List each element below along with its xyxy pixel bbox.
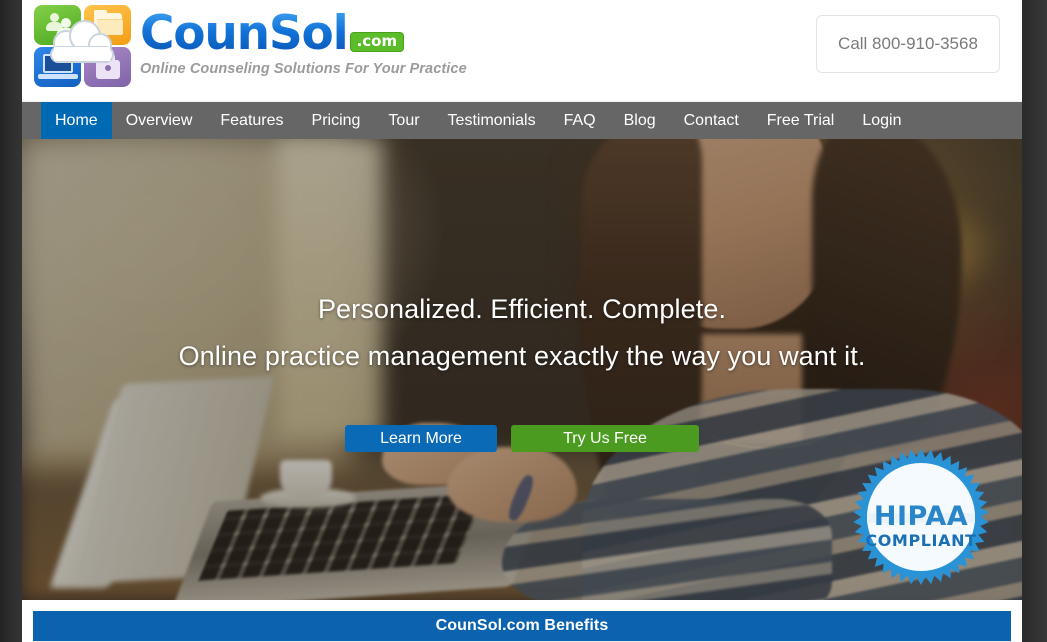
benefits-section: CounSol.com Benefits [22, 600, 1022, 642]
brand-tld-badge: .com [349, 32, 405, 52]
nav-item-testimonials[interactable]: Testimonials [434, 102, 550, 139]
hero-section: Personalized. Efficient. Complete. Onlin… [22, 139, 1022, 600]
logo-text: CounSol .com Online Counseling Solutions… [140, 3, 467, 77]
nav-item-blog[interactable]: Blog [610, 102, 670, 139]
hipaa-badge-line1: HIPAA [874, 501, 968, 532]
browser-chrome-left-edge [0, 0, 22, 642]
browser-chrome-right-edge [1022, 0, 1047, 642]
cloud-icon [50, 20, 114, 63]
brand-wordmark: CounSol [140, 6, 349, 61]
benefits-title-bar: CounSol.com Benefits [33, 611, 1011, 641]
hero-headline: Personalized. Efficient. Complete. [317, 294, 727, 324]
hipaa-compliant-badge: HIPAA COMPLIANT [851, 447, 991, 587]
nav-item-tour[interactable]: Tour [374, 102, 433, 139]
brand-tagline: Online Counseling Solutions For Your Pra… [140, 61, 467, 77]
nav-item-pricing[interactable]: Pricing [298, 102, 375, 139]
logo-mark [32, 3, 132, 89]
try-us-free-button[interactable]: Try Us Free [511, 425, 699, 452]
hero-subheadline: Online practice management exactly the w… [178, 341, 866, 371]
nav-item-features[interactable]: Features [206, 102, 297, 139]
hero-cta-group: Learn More Try Us Free [345, 425, 699, 452]
nav-item-home[interactable]: Home [41, 102, 112, 139]
nav-item-faq[interactable]: FAQ [550, 102, 610, 139]
site-header: CounSol .com Online Counseling Solutions… [22, 0, 1022, 101]
nav-item-overview[interactable]: Overview [112, 102, 207, 139]
learn-more-button[interactable]: Learn More [345, 425, 497, 452]
nav-item-free-trial[interactable]: Free Trial [753, 102, 849, 139]
page-canvas: CounSol .com Online Counseling Solutions… [22, 0, 1022, 642]
site-logo[interactable]: CounSol .com Online Counseling Solutions… [32, 3, 467, 89]
hipaa-badge-line2: COMPLIANT [865, 531, 976, 550]
nav-item-login[interactable]: Login [848, 102, 915, 139]
nav-item-contact[interactable]: Contact [670, 102, 753, 139]
call-phone-button[interactable]: Call 800-910-3568 [816, 15, 1000, 73]
main-navigation: Home Overview Features Pricing Tour Test… [22, 101, 1022, 139]
browser-viewport: CounSol .com Online Counseling Solutions… [0, 0, 1047, 642]
